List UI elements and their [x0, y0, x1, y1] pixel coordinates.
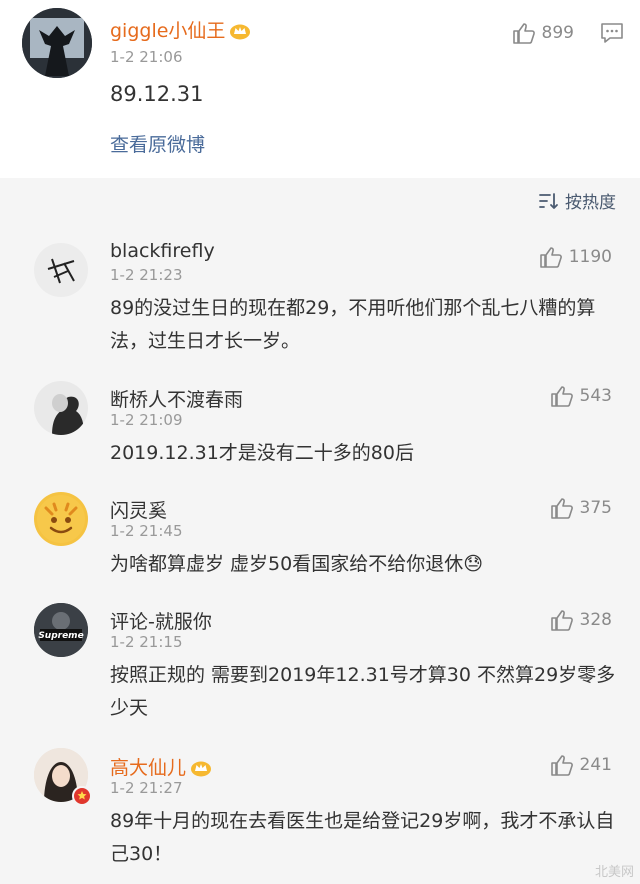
comments-section	[0, 178, 640, 884]
comment-like-button[interactable]: 375	[550, 495, 612, 521]
comment-time: 1-2 21:23	[110, 266, 183, 284]
comment-time: 1-2 21:09	[110, 411, 183, 429]
comment-like-count: 328	[579, 610, 612, 630]
avatar-logo-text: Supreme	[38, 631, 84, 641]
post-author-name-text[interactable]: giggle小仙王	[110, 20, 225, 42]
comment-time: 1-2 21:15	[110, 633, 183, 651]
comment-text: 2019.12.31才是没有二十多的80后	[110, 442, 414, 464]
view-original-link[interactable]: 查看原微博	[110, 130, 205, 157]
thumbs-up-icon	[512, 23, 535, 44]
comment-author[interactable]: 评论-就服你	[110, 607, 212, 634]
vip-crown-icon	[191, 761, 212, 777]
vip-crown-icon	[230, 24, 251, 40]
sort-icon	[539, 192, 558, 209]
commenter-avatar[interactable]	[34, 492, 88, 546]
post-text: 89.12.31	[110, 82, 204, 106]
comment-like-count: 543	[579, 386, 612, 406]
thumbs-up-icon	[550, 498, 573, 519]
comment-time: 1-2 21:45	[110, 522, 183, 540]
post-time: 1-2 21:06	[110, 48, 183, 66]
watermark: 北美网	[594, 865, 634, 880]
sort-label[interactable]: 按热度	[565, 188, 616, 213]
commenter-avatar[interactable]	[34, 243, 88, 297]
comment-author[interactable]: 闪灵奚	[110, 496, 167, 523]
post-like-button[interactable]: 899	[512, 20, 574, 46]
comment-author[interactable]: blackfirefly	[110, 240, 215, 262]
comment-author-text[interactable]: 高大仙儿	[110, 757, 186, 779]
comment-time: 1-2 21:27	[110, 779, 183, 797]
comment-like-button[interactable]: 1190	[539, 244, 612, 270]
thumbs-up-icon	[539, 247, 562, 268]
post-author-name[interactable]: giggle小仙王	[110, 16, 251, 43]
comment-like-button[interactable]: 241	[550, 752, 612, 778]
thumbs-up-icon	[550, 755, 573, 776]
verified-badge-icon	[72, 786, 92, 806]
comment-icon[interactable]	[600, 22, 624, 48]
comment-text: 89的没过生日的现在都29，不用听他们那个乱七八糟的算法，过生日才长一岁。	[110, 297, 596, 352]
comment-author[interactable]: 断桥人不渡春雨	[110, 385, 243, 412]
commenter-avatar[interactable]	[34, 381, 88, 435]
sort-by-hot-button[interactable]: 按热度	[539, 188, 616, 213]
comment-text: 为啥都算虚岁 虚岁50看国家给不给你退休😓	[110, 553, 484, 575]
comment-like-count: 241	[579, 755, 612, 775]
post-like-count: 899	[541, 23, 574, 43]
comment-text: 89年十月的现在去看医生也是给登记29岁啊，我才不承认自己30！	[110, 810, 615, 865]
thumbs-up-icon	[550, 610, 573, 631]
post-author-avatar[interactable]	[22, 8, 92, 78]
thumbs-up-icon	[550, 386, 573, 407]
commenter-avatar[interactable]: Supreme	[34, 603, 88, 657]
comment-like-count: 1190	[568, 247, 612, 267]
comment-like-button[interactable]: 328	[550, 607, 612, 633]
comment-like-button[interactable]: 543	[550, 383, 612, 409]
original-post: giggle小仙王 1-2 21:06 899 89.12.31 查看原微博	[0, 0, 640, 178]
comment-author[interactable]: 高大仙儿	[110, 753, 212, 780]
comment-like-count: 375	[579, 498, 612, 518]
comment-text: 按照正规的 需要到2019年12.31号才算30 不然算29岁零多少天	[110, 664, 616, 719]
